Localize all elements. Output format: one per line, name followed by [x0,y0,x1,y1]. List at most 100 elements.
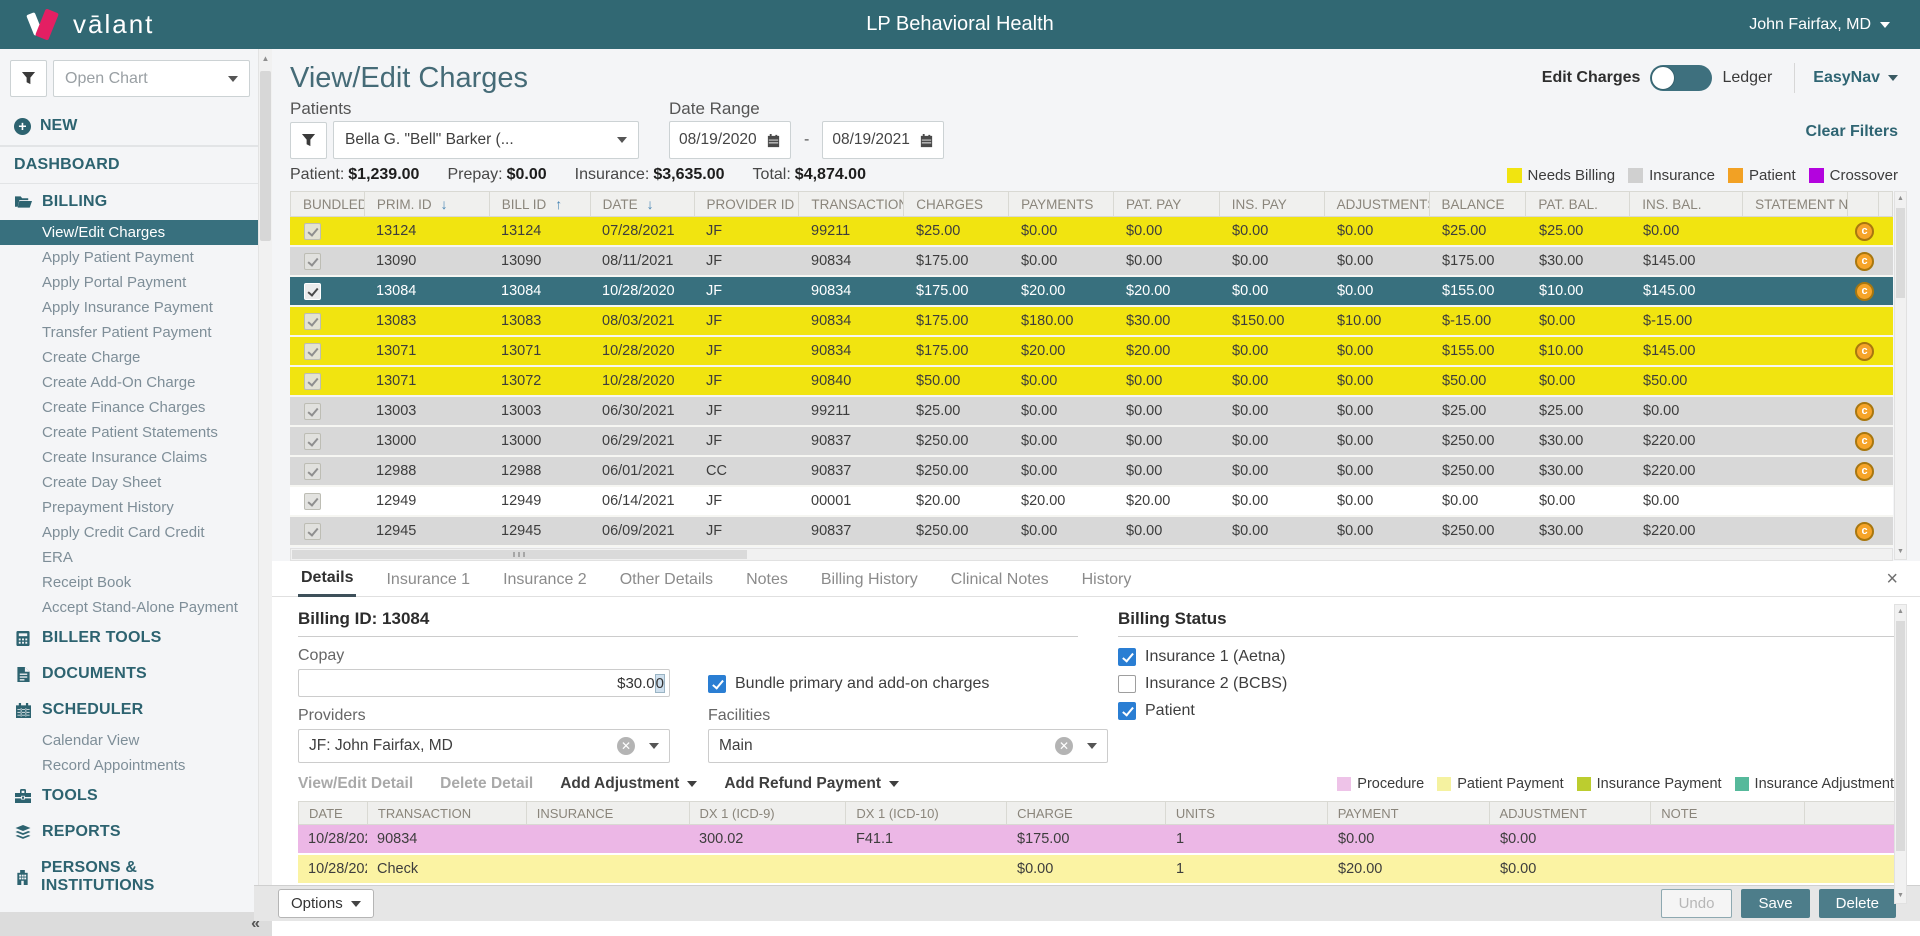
open-chart-select[interactable]: Open Chart [53,60,250,97]
sidebar-section-transaction-codes[interactable]: #TRANSACTION CODES [0,904,258,912]
scroll-up-icon[interactable]: ▲ [1895,605,1906,619]
scroll-down-icon[interactable]: ▼ [1895,889,1906,903]
scroll-down-icon[interactable]: ▼ [1895,545,1906,559]
sidebar-section-dashboard[interactable]: DASHBOARD [0,146,258,183]
sidebar-item-new[interactable]: + NEW [0,107,258,146]
panel-vertical-scrollbar[interactable]: ▲ ▼ [1894,604,1907,904]
bundled-checkbox[interactable] [304,433,321,450]
checkbox-patient[interactable] [1118,702,1136,720]
bundled-checkbox[interactable] [304,493,321,510]
scrollbar-thumb[interactable] [1896,621,1905,851]
sidebar-item-create-finance-charges[interactable]: Create Finance Charges [0,395,258,420]
sidebar-item-create-charge[interactable]: Create Charge [0,345,258,370]
patients-filter-button[interactable] [290,122,327,159]
charges-row[interactable]: 130001300006/29/2021JF90837$250.00$0.00$… [290,427,1893,457]
sidebar-section-biller-tools[interactable]: BILLER TOOLS [0,620,258,656]
scrollbar-thumb[interactable] [260,71,271,241]
sidebar-item-receipt-book[interactable]: Receipt Book [0,570,258,595]
action-add-refund-payment[interactable]: Add Refund Payment [724,775,899,793]
close-icon[interactable]: × [1886,569,1898,589]
tab-clinical-notes[interactable]: Clinical Notes [948,562,1052,596]
facilities-combo[interactable]: Main ✕ [708,729,1108,763]
detail-row[interactable]: 10/28/2020Check$0.001$20.00$0.00 [298,855,1896,885]
column-header-prim-id[interactable]: PRIM. ID↓ [365,192,490,216]
bundled-checkbox[interactable] [304,373,321,390]
action-add-adjustment[interactable]: Add Adjustment [560,775,697,793]
sidebar-section-billing[interactable]: BILLING [0,183,258,220]
date-to-input[interactable]: 08/19/2021 [822,121,944,159]
charges-row[interactable]: 129491294906/14/2021JF00001$20.00$20.00$… [290,487,1893,517]
edit-ledger-toggle[interactable] [1650,65,1712,91]
toggle-knob[interactable] [1651,66,1675,90]
sidebar-item-prepayment-history[interactable]: Prepayment History [0,495,258,520]
sidebar-section-scheduler[interactable]: SCHEDULER [0,692,258,728]
column-header-bundled[interactable]: BUNDLED? [291,192,365,216]
sidebar-scrollbar[interactable]: ▲ [258,49,272,912]
charges-row[interactable]: 130831308308/03/2021JF90834$175.00$180.0… [290,307,1893,337]
action-delete-detail[interactable]: Delete Detail [440,775,533,793]
tab-details[interactable]: Details [298,560,356,597]
date-from-input[interactable]: 08/19/2020 [669,121,791,159]
clear-icon[interactable]: ✕ [617,737,635,755]
sidebar-item-record-appointments[interactable]: Record Appointments [0,753,258,778]
bundled-checkbox[interactable] [304,343,321,360]
sidebar-item-calendar-view[interactable]: Calendar View [0,728,258,753]
sidebar-item-create-add-on-charge[interactable]: Create Add-On Charge [0,370,258,395]
charges-row[interactable]: 131241312407/28/2021JF99211$25.00$0.00$0… [290,217,1893,247]
clear-filters-link[interactable]: Clear Filters [1806,123,1898,159]
clear-icon[interactable]: ✕ [1055,737,1073,755]
open-chart-filter-button[interactable] [10,60,47,97]
sidebar-item-view-edit-charges[interactable]: View/Edit Charges [0,220,258,245]
sidebar-section-tools[interactable]: TOOLS [0,778,258,814]
calendar-icon[interactable] [766,133,781,148]
bundle-charges-checkbox-row[interactable]: Bundle primary and add-on charges [708,671,1108,697]
charges-row[interactable]: 129881298806/01/2021CC90837$250.00$0.00$… [290,457,1893,487]
charges-row[interactable]: 130031300306/30/2021JF99211$25.00$0.00$0… [290,397,1893,427]
save-button[interactable]: Save [1741,889,1809,918]
sidebar-section-documents[interactable]: DOCUMENTS [0,656,258,692]
undo-button[interactable]: Undo [1661,889,1733,918]
column-header-date[interactable]: DATE↓ [591,192,695,216]
sidebar-section-persons-institutions[interactable]: PERSONS & INSTITUTIONS [0,850,258,904]
column-header-bill-id[interactable]: BILL ID↑ [490,192,591,216]
charges-row[interactable]: 129451294506/09/2021JF90837$250.00$0.00$… [290,517,1893,547]
column-header-charges[interactable]: CHARGES [904,192,1009,216]
table-horizontal-scrollbar[interactable] [290,548,1893,561]
user-menu[interactable]: John Fairfax, MD [1749,16,1920,34]
scrollbar-thumb[interactable] [292,550,747,559]
action-view-edit-detail[interactable]: View/Edit Detail [298,775,413,793]
charges-row[interactable]: 130841308410/28/2020JF90834$175.00$20.00… [290,277,1893,307]
copay-input[interactable]: $30.00 [298,669,670,697]
bundled-checkbox[interactable] [304,283,321,300]
charges-row[interactable]: 130711307210/28/2020JF90840$50.00$0.00$0… [290,367,1893,397]
providers-combo[interactable]: JF: John Fairfax, MD ✕ [298,729,670,763]
bundled-checkbox[interactable] [304,313,321,330]
patient-select[interactable]: Bella G. "Bell" Barker (... [333,121,639,159]
billing-status-insurance-1-aetna[interactable]: Insurance 1 (Aetna) [1118,648,1894,666]
sidebar-item-apply-portal-payment[interactable]: Apply Portal Payment [0,270,258,295]
detail-row[interactable]: 10/28/202090834300.02F41.1$175.001$0.00$… [298,825,1896,855]
chevron-down-icon[interactable] [649,743,659,749]
charges-row[interactable]: 130711307110/28/2020JF90834$175.00$20.00… [290,337,1893,367]
table-vertical-scrollbar[interactable]: ▲ ▼ [1894,191,1907,560]
billing-status-insurance-2-bcbs[interactable]: Insurance 2 (BCBS) [1118,675,1894,693]
tab-other-details[interactable]: Other Details [617,562,716,596]
column-header-ins-bal[interactable]: INS. BAL. [1630,192,1743,216]
sidebar-item-apply-insurance-payment[interactable]: Apply Insurance Payment [0,295,258,320]
sidebar-item-era[interactable]: ERA [0,545,258,570]
charges-row[interactable]: 130901309008/11/2021JF90834$175.00$0.00$… [290,247,1893,277]
sidebar-item-accept-stand-alone-payment[interactable]: Accept Stand-Alone Payment [0,595,258,620]
sidebar-collapse-bar[interactable]: « [0,912,272,936]
column-header-ins-pay[interactable]: INS. PAY [1220,192,1325,216]
bundled-checkbox[interactable] [304,403,321,420]
scrollbar-thumb[interactable] [1896,208,1905,298]
tab-billing-history[interactable]: Billing History [818,562,921,596]
column-header-transaction[interactable]: TRANSACTION [799,192,904,216]
checkbox-insurance-1-aetna[interactable] [1118,648,1136,666]
sidebar-item-create-patient-statements[interactable]: Create Patient Statements [0,420,258,445]
chevron-down-icon[interactable] [1087,743,1097,749]
sidebar-item-create-day-sheet[interactable]: Create Day Sheet [0,470,258,495]
sidebar-item-transfer-patient-payment[interactable]: Transfer Patient Payment [0,320,258,345]
column-header-pat-bal[interactable]: PAT. BAL. [1526,192,1630,216]
column-header-adjustments[interactable]: ADJUSTMENTS [1325,192,1430,216]
